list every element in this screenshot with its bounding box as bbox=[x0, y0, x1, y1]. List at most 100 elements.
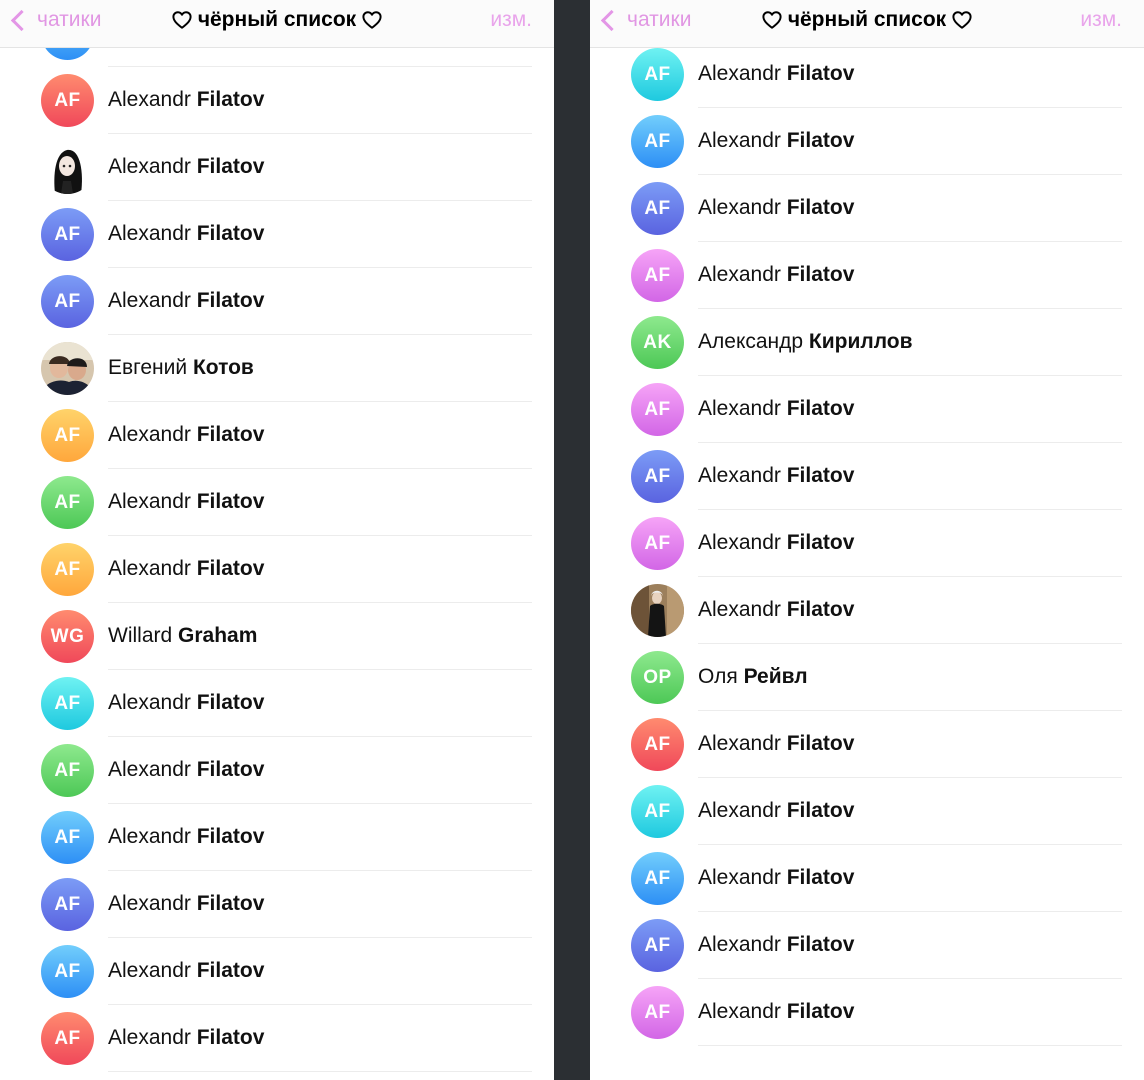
contact-row[interactable]: Alexandr Filatov bbox=[0, 134, 554, 201]
navigation-bar: чатики чёрный список изм. bbox=[590, 0, 1144, 48]
contact-last-name: Filatov bbox=[786, 1000, 855, 1023]
contact-first-name: Alexandr bbox=[108, 222, 191, 245]
contact-row[interactable]: AF Alexandr Filatov bbox=[0, 268, 554, 335]
contact-name: Alexandr Filatov bbox=[698, 531, 854, 555]
contact-last-name: Filatov bbox=[196, 892, 265, 915]
contact-row[interactable]: AF Alexandr Filatov bbox=[0, 1005, 554, 1072]
contact-name: Alexandr Filatov bbox=[108, 959, 264, 983]
contact-first-name: Александр bbox=[698, 330, 804, 353]
contact-first-name: Alexandr bbox=[108, 758, 191, 781]
contact-last-name: Graham bbox=[178, 624, 258, 647]
contact-row[interactable]: AF Alexandr Filatov bbox=[590, 912, 1144, 979]
avatar-initials: AF bbox=[631, 48, 684, 101]
contact-first-name: Alexandr bbox=[108, 825, 191, 848]
contact-row[interactable]: AF Alexandr Filatov bbox=[0, 737, 554, 804]
contact-name: Alexandr Filatov bbox=[698, 263, 854, 287]
contact-last-name: Filatov bbox=[196, 289, 265, 312]
contact-name: Alexandr Filatov bbox=[108, 88, 264, 112]
contact-first-name: Alexandr bbox=[698, 263, 781, 286]
contact-first-name: Alexandr bbox=[698, 1000, 781, 1023]
contact-row[interactable]: WG Willard Graham bbox=[0, 603, 554, 670]
contact-row[interactable]: AF Alexandr Filatov bbox=[590, 711, 1144, 778]
contact-name: Alexandr Filatov bbox=[108, 155, 264, 179]
contact-row[interactable]: AF Alexandr Filatov bbox=[590, 41, 1144, 108]
avatar-initials: AF bbox=[41, 878, 94, 931]
contact-first-name: Alexandr bbox=[698, 732, 781, 755]
contact-row[interactable]: AF Alexandr Filatov bbox=[590, 108, 1144, 175]
contact-name: Alexandr Filatov bbox=[108, 423, 264, 447]
contact-row[interactable]: AF Alexandr Filatov bbox=[0, 67, 554, 134]
heart-outline-icon bbox=[762, 11, 782, 29]
contact-last-name: Filatov bbox=[786, 196, 855, 219]
contact-row[interactable]: AF Alexandr Filatov bbox=[590, 443, 1144, 510]
navigation-bar: чатики чёрный список изм. bbox=[0, 0, 554, 48]
contact-name: Alexandr Filatov bbox=[108, 691, 264, 715]
contact-last-name: Котов bbox=[192, 356, 254, 379]
contact-first-name: Alexandr bbox=[698, 866, 781, 889]
contact-first-name: Оля bbox=[698, 665, 738, 688]
contact-row[interactable]: AF Alexandr Filatov bbox=[590, 778, 1144, 845]
heart-outline-icon bbox=[362, 11, 382, 29]
contact-last-name: Filatov bbox=[196, 691, 265, 714]
contact-last-name: Filatov bbox=[196, 959, 265, 982]
avatar-initials: AF bbox=[41, 74, 94, 127]
avatar-initials: WG bbox=[41, 610, 94, 663]
contact-row[interactable]: AF Alexandr Filatov bbox=[0, 402, 554, 469]
contact-row[interactable]: AF Alexandr Filatov bbox=[590, 242, 1144, 309]
contact-row[interactable]: AF Alexandr Filatov bbox=[0, 871, 554, 938]
contact-row[interactable]: AK Александр Кириллов bbox=[590, 309, 1144, 376]
contact-first-name: Alexandr bbox=[108, 490, 191, 513]
avatar-initials: AF bbox=[631, 182, 684, 235]
contact-first-name: Alexandr bbox=[108, 88, 191, 111]
contact-row[interactable]: AF Alexandr Filatov bbox=[590, 175, 1144, 242]
edit-button[interactable]: изм. bbox=[490, 4, 532, 36]
contact-row[interactable]: AF Alexandr Filatov bbox=[590, 979, 1144, 1046]
contact-last-name: Filatov bbox=[786, 531, 855, 554]
contact-name: Alexandr Filatov bbox=[108, 490, 264, 514]
contact-first-name: Alexandr bbox=[108, 423, 191, 446]
avatar-photo bbox=[41, 141, 94, 194]
contact-first-name: Alexandr bbox=[698, 129, 781, 152]
blocked-list-screen-right: AF Alexandr Filatov AF Alexandr Filatov AF Al… bbox=[590, 0, 1144, 1080]
contact-row[interactable]: AF Alexandr Filatov bbox=[0, 804, 554, 871]
contact-first-name: Alexandr bbox=[698, 799, 781, 822]
contact-name: Alexandr Filatov bbox=[698, 464, 854, 488]
contact-first-name: Alexandr bbox=[108, 1026, 191, 1049]
contact-list[interactable]: AF Alexandr Filatov AF Alexandr Filatov AF Al… bbox=[590, 0, 1144, 1046]
contact-name: Alexandr Filatov bbox=[698, 129, 854, 153]
contact-row[interactable]: AF Alexandr Filatov bbox=[590, 376, 1144, 443]
avatar-initials: AF bbox=[631, 249, 684, 302]
contact-name: Alexandr Filatov bbox=[698, 933, 854, 957]
contact-row[interactable]: AF Alexandr Filatov bbox=[0, 469, 554, 536]
contact-first-name: Alexandr bbox=[108, 155, 191, 178]
heart-outline-icon bbox=[952, 11, 972, 29]
contact-name: Евгений Котов bbox=[108, 356, 254, 380]
contact-last-name: Filatov bbox=[786, 129, 855, 152]
avatar-photo bbox=[41, 342, 94, 395]
avatar-initials: AF bbox=[41, 275, 94, 328]
contact-first-name: Willard bbox=[108, 624, 173, 647]
contact-row[interactable]: Евгений Котов bbox=[0, 335, 554, 402]
contact-row[interactable]: OP Оля Рейвл bbox=[590, 644, 1144, 711]
contact-name: Alexandr Filatov bbox=[108, 557, 264, 581]
contact-first-name: Alexandr bbox=[698, 531, 781, 554]
edit-button[interactable]: изм. bbox=[1080, 4, 1122, 36]
avatar-initials: AF bbox=[631, 986, 684, 1039]
page-title: чёрный список bbox=[590, 4, 1144, 36]
contact-row[interactable]: AF Alexandr Filatov bbox=[0, 670, 554, 737]
contact-row[interactable]: AF Alexandr Filatov bbox=[0, 938, 554, 1005]
contact-list[interactable]: AFAlexandr FilatovAFAlexandr FilatovAlex… bbox=[0, 0, 554, 1072]
heart-outline-icon bbox=[172, 11, 192, 29]
row-separator bbox=[108, 1071, 532, 1072]
contact-first-name: Alexandr bbox=[108, 892, 191, 915]
contact-row[interactable]: AF Alexandr Filatov bbox=[0, 201, 554, 268]
contact-row[interactable]: Alexandr Filatov bbox=[590, 577, 1144, 644]
contact-first-name: Alexandr bbox=[108, 289, 191, 312]
contact-row[interactable]: AF Alexandr Filatov bbox=[590, 845, 1144, 912]
contact-first-name: Alexandr bbox=[698, 598, 781, 621]
contact-last-name: Filatov bbox=[196, 1026, 265, 1049]
contact-row[interactable]: AF Alexandr Filatov bbox=[0, 536, 554, 603]
contact-row[interactable]: AF Alexandr Filatov bbox=[590, 510, 1144, 577]
contact-name: Alexandr Filatov bbox=[698, 598, 854, 622]
avatar-initials: AF bbox=[41, 409, 94, 462]
